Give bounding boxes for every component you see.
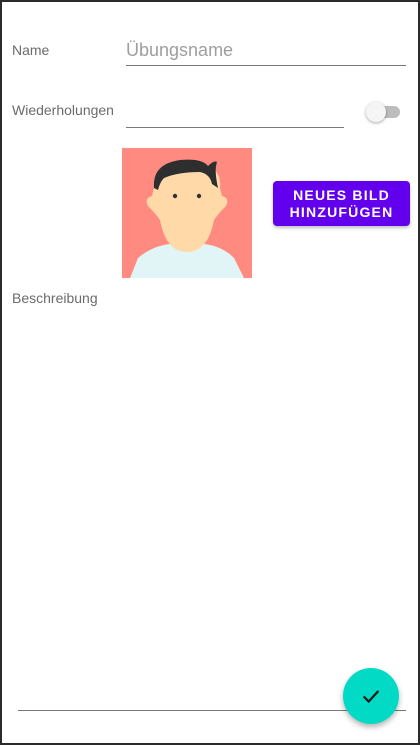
add-new-image-button[interactable]: NEUES BILD HINZUFÜGEN: [273, 181, 410, 226]
repetitions-toggle-switch[interactable]: [366, 102, 400, 122]
repetitions-input[interactable]: [126, 102, 344, 128]
switch-thumb: [366, 102, 386, 122]
avatar-placeholder-icon: [122, 148, 252, 278]
exercise-image[interactable]: [122, 148, 252, 278]
check-icon: [362, 690, 380, 704]
name-label: Name: [12, 42, 50, 58]
repetitions-label: Wiederholungen: [12, 102, 114, 118]
exercise-name-input[interactable]: [126, 40, 406, 66]
description-label: Beschreibung: [12, 290, 98, 306]
confirm-fab-button[interactable]: [343, 668, 399, 724]
app-screen: Name Wiederholungen NEUES BILD HINZUFÜGE…: [0, 0, 420, 745]
